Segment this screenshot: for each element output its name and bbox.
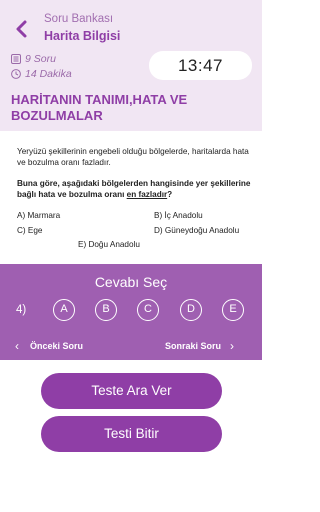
chevron-right-icon: › xyxy=(230,339,235,353)
topic-title: HARİTANIN TANIMI,HATA VE BOZULMALAR xyxy=(11,92,188,123)
pause-test-button[interactable]: Teste Ara Ver xyxy=(41,373,222,409)
option-a: A) Marmara xyxy=(17,211,61,220)
question-intro: Yeryüzü şekillerinin engebeli olduğu böl… xyxy=(17,147,249,167)
next-question-button[interactable]: Sonraki Soru › xyxy=(165,339,234,353)
question-stem-end: ? xyxy=(167,190,173,199)
test-duration: 14 Dakika xyxy=(11,68,72,80)
question-count-label: 9 Soru xyxy=(25,53,56,65)
choice-e-button[interactable]: E xyxy=(222,299,244,321)
header: Soru Bankası Harita Bilgisi 9 Soru 14 Da… xyxy=(0,0,262,131)
option-b: B) İç Anadolu xyxy=(154,211,203,220)
option-c: C) Ege xyxy=(17,226,43,235)
breadcrumb-section: Soru Bankası xyxy=(44,13,114,25)
question-stem: Buna göre, aşağıdaki bölgelerden hangisi… xyxy=(17,178,257,200)
test-duration-label: 14 Dakika xyxy=(25,68,72,80)
chevron-left-icon xyxy=(16,20,27,38)
countdown-timer: 13:47 xyxy=(149,51,252,80)
breadcrumb-title: Harita Bilgisi xyxy=(44,29,121,43)
question-text: Yeryüzü şekillerinin engebeli olduğu böl… xyxy=(17,146,257,200)
next-question-label: Sonraki Soru xyxy=(165,341,222,351)
clock-icon xyxy=(11,69,21,79)
choice-a-button[interactable]: A xyxy=(53,299,75,321)
choice-d-button[interactable]: D xyxy=(180,299,202,321)
list-icon xyxy=(11,54,21,64)
choice-c-button[interactable]: C xyxy=(137,299,159,321)
answer-panel: Cevabı Seç 4) A B C D E ‹ Önceki Soru So… xyxy=(0,264,262,360)
back-button[interactable] xyxy=(14,19,30,39)
previous-question-label: Önceki Soru xyxy=(30,341,84,351)
option-d: D) Güneydoğu Anadolu xyxy=(154,226,240,235)
option-e: E) Doğu Anadolu xyxy=(78,240,140,249)
finish-test-button[interactable]: Testi Bitir xyxy=(41,416,222,452)
question-stem-emphasis: en fazladır xyxy=(126,190,168,199)
choice-b-button[interactable]: B xyxy=(95,299,117,321)
chevron-left-icon: ‹ xyxy=(15,339,19,353)
previous-question-button[interactable]: ‹ Önceki Soru xyxy=(15,339,83,353)
answer-panel-title: Cevabı Seç xyxy=(94,274,168,290)
question-number: 4) xyxy=(16,304,27,316)
question-count: 9 Soru xyxy=(11,53,56,65)
